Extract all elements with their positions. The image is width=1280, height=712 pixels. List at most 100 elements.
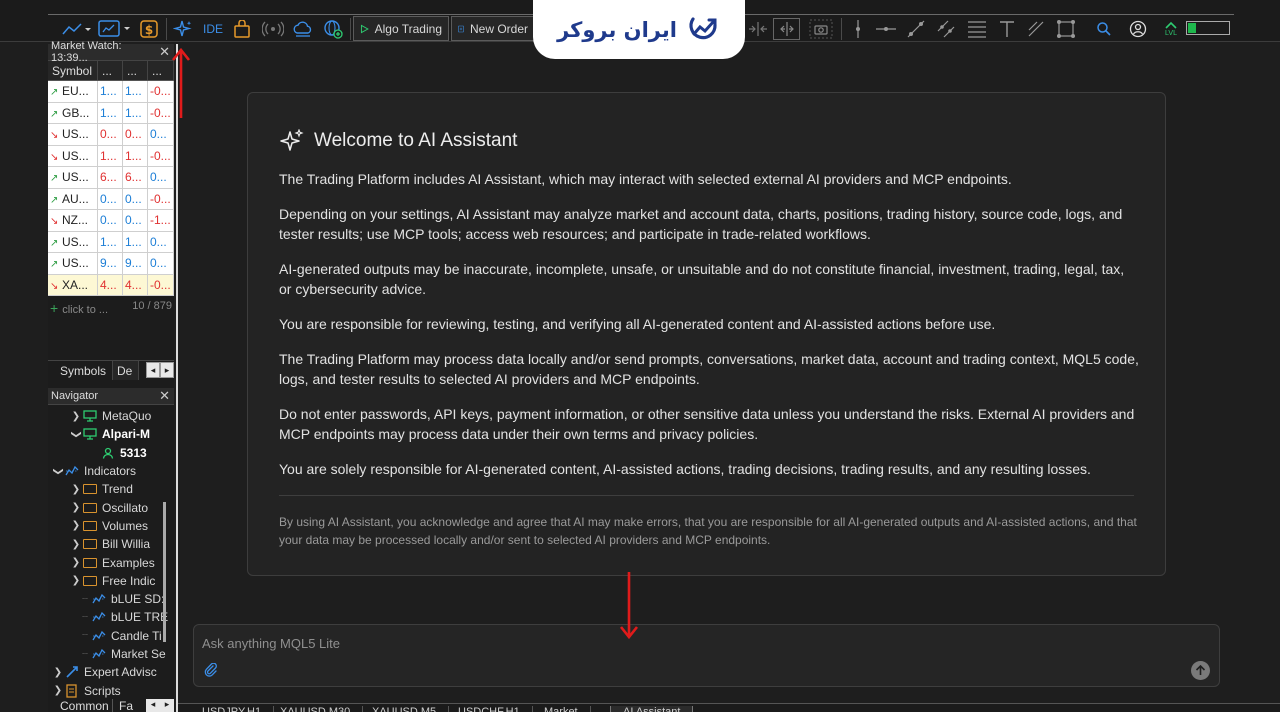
chevron-left-icon[interactable]: ◂ — [146, 699, 160, 712]
navigator-item[interactable]: ❯ Examples — [48, 553, 174, 571]
navigator-item[interactable]: ❯ Oscillato — [48, 498, 174, 516]
tab-common[interactable]: Common — [48, 699, 112, 712]
table-row[interactable]: ↗ US... 6... 6... 0... — [48, 167, 174, 189]
add-symbol-field[interactable]: + click to ... — [50, 300, 108, 316]
chevron-down-icon[interactable]: ❯ — [53, 465, 64, 477]
tab-favorites[interactable]: Fa — [112, 699, 134, 712]
chevron-right-icon[interactable]: ▸ — [160, 699, 174, 712]
chevron-right-icon[interactable]: ❯ — [70, 520, 82, 531]
zoom-out-button[interactable] — [746, 18, 770, 40]
symbol-count: 10 / 879 — [132, 300, 172, 312]
trend-line-tool[interactable] — [905, 18, 927, 40]
chart-tab[interactable]: XAUUSD,M5 — [360, 706, 450, 712]
navigator-item-icon — [91, 593, 107, 605]
chevron-right-icon[interactable]: ❯ — [70, 575, 82, 586]
table-row[interactable]: ↗ AU... 0... 0... -0... — [48, 188, 174, 210]
navigator-item[interactable]: ❯ Free Indic — [48, 572, 174, 590]
chart-tab[interactable]: XAUUSD,M30 — [268, 706, 364, 712]
tab-details[interactable]: De — [113, 361, 140, 380]
navigator-item[interactable]: ┄ Market Se — [48, 645, 174, 663]
navigator-header: Navigator ✕ — [48, 388, 174, 405]
close-icon[interactable]: ✕ — [159, 388, 170, 404]
table-row[interactable]: ↘ US... 1... 1... -0... — [48, 145, 174, 167]
vertical-line-tool[interactable] — [848, 18, 868, 40]
signals-button[interactable] — [262, 18, 284, 40]
navigator-item[interactable]: 5313 — [48, 444, 174, 462]
vps-button[interactable] — [292, 18, 314, 40]
equidistant-channel-tool[interactable] — [935, 18, 957, 40]
navigator-item[interactable]: ❯ Scripts — [48, 681, 174, 699]
column-header-ask[interactable]: ... — [123, 61, 148, 80]
line-chart-dropdown[interactable] — [60, 18, 92, 40]
ide-button[interactable]: IDE — [200, 18, 226, 40]
navigator-scrollbar[interactable] — [163, 502, 166, 642]
navigator-item[interactable]: ┄ bLUE TRE — [48, 608, 174, 626]
column-header-bid[interactable]: ... — [98, 61, 123, 80]
market-button[interactable] — [232, 18, 252, 40]
tab-symbols[interactable]: Symbols — [48, 361, 114, 380]
search-button[interactable] — [1094, 18, 1114, 40]
account-button[interactable] — [1128, 18, 1148, 40]
navigator-item[interactable]: ┄ bLUE SD: — [48, 590, 174, 608]
chevron-right-icon[interactable]: ❯ — [52, 685, 64, 696]
table-row[interactable]: ↘ XA... 4... 4... -0... — [48, 274, 174, 296]
chevron-right-icon[interactable]: ❯ — [70, 502, 82, 513]
new-order-button[interactable]: New Order — [451, 16, 535, 41]
close-icon[interactable]: ✕ — [159, 44, 170, 60]
dollar-button[interactable]: $ — [138, 18, 160, 40]
level-up-icon — [1165, 21, 1177, 29]
table-row[interactable]: ↗ GB... 1... 1... -0... — [48, 102, 174, 124]
fibonacci-tool[interactable] — [966, 18, 988, 40]
navigator-tree: ❯ MetaQuo ❯ Alpari-M 5313 ❯ Indicators ❯ Trend ❯ O… — [48, 405, 174, 700]
table-row[interactable]: ↘ US... 0... 0... 0... — [48, 124, 174, 146]
arrow-up-right-icon: ↗ — [50, 87, 59, 98]
level-button[interactable]: LVL — [1160, 18, 1182, 40]
chart-tab[interactable]: AI Assistant — [610, 706, 694, 712]
table-row[interactable]: ↘ NZ... 0... 0... -1... — [48, 210, 174, 232]
rectangle-tool[interactable] — [1055, 18, 1077, 40]
symbol-name: EU... — [62, 84, 89, 98]
table-row[interactable]: ↗ EU... 1... 1... -0... — [48, 81, 174, 103]
navigator-item-label: Volumes — [102, 518, 149, 533]
navigator-item[interactable]: ❯ Trend — [48, 480, 174, 498]
screenshot-button[interactable] — [808, 18, 834, 40]
chevron-right-icon[interactable]: ❯ — [70, 484, 82, 495]
panel-splitter[interactable] — [176, 44, 178, 712]
chart-type-dropdown[interactable] — [98, 18, 132, 40]
chart-tab[interactable]: Market — [532, 706, 591, 712]
navigator-item[interactable]: ❯ Bill Willia — [48, 535, 174, 553]
table-row[interactable]: ↗ US... 9... 9... 0... — [48, 253, 174, 275]
send-button[interactable] — [1191, 661, 1210, 680]
algo-trading-button[interactable]: Algo Trading — [353, 16, 449, 41]
vertical-line-icon — [856, 20, 860, 38]
prompt-input-box[interactable]: Ask anything MQL5 Lite — [193, 624, 1220, 687]
navigator-item[interactable]: ❯ Alpari-M — [48, 425, 174, 443]
chevron-right-icon[interactable]: ❯ — [70, 411, 82, 422]
chevron-left-icon[interactable]: ◂ — [146, 362, 160, 378]
prompt-input-placeholder[interactable]: Ask anything MQL5 Lite — [202, 636, 340, 651]
horizontal-line-tool[interactable] — [875, 18, 897, 40]
chevron-right-icon[interactable]: ❯ — [70, 539, 82, 550]
text-tool[interactable] — [997, 18, 1017, 40]
navigator-item[interactable]: ❯ MetaQuo — [48, 407, 174, 425]
navigator-item[interactable]: ❯ Indicators — [48, 462, 174, 480]
arrow-line-icon — [1028, 21, 1044, 37]
text-icon — [1000, 21, 1014, 37]
web-button[interactable] — [322, 18, 344, 40]
chart-tab[interactable]: USDCHF,H1 — [446, 706, 533, 712]
zoom-in-button[interactable] — [773, 18, 800, 40]
shapes-tool[interactable] — [1025, 18, 1047, 40]
table-row[interactable]: ↗ US... 1... 1... 0... — [48, 231, 174, 253]
ai-assistant-button[interactable] — [172, 18, 194, 40]
chevron-right-icon[interactable]: ▸ — [160, 362, 174, 378]
chart-tab[interactable]: USDJPY,H1 — [190, 706, 275, 712]
chevron-down-icon[interactable]: ❯ — [71, 428, 82, 440]
attach-button[interactable] — [204, 662, 218, 680]
chevron-right-icon[interactable]: ❯ — [70, 557, 82, 568]
chevron-right-icon[interactable]: ❯ — [52, 667, 64, 678]
navigator-item[interactable]: ❯ Volumes — [48, 517, 174, 535]
navigator-item[interactable]: ┄ Candle Ti — [48, 627, 174, 645]
navigator-item[interactable]: ❯ Expert Advisc — [48, 663, 174, 681]
change-cell: 0... — [148, 167, 174, 188]
column-header-symbol[interactable]: Symbol — [48, 61, 98, 80]
